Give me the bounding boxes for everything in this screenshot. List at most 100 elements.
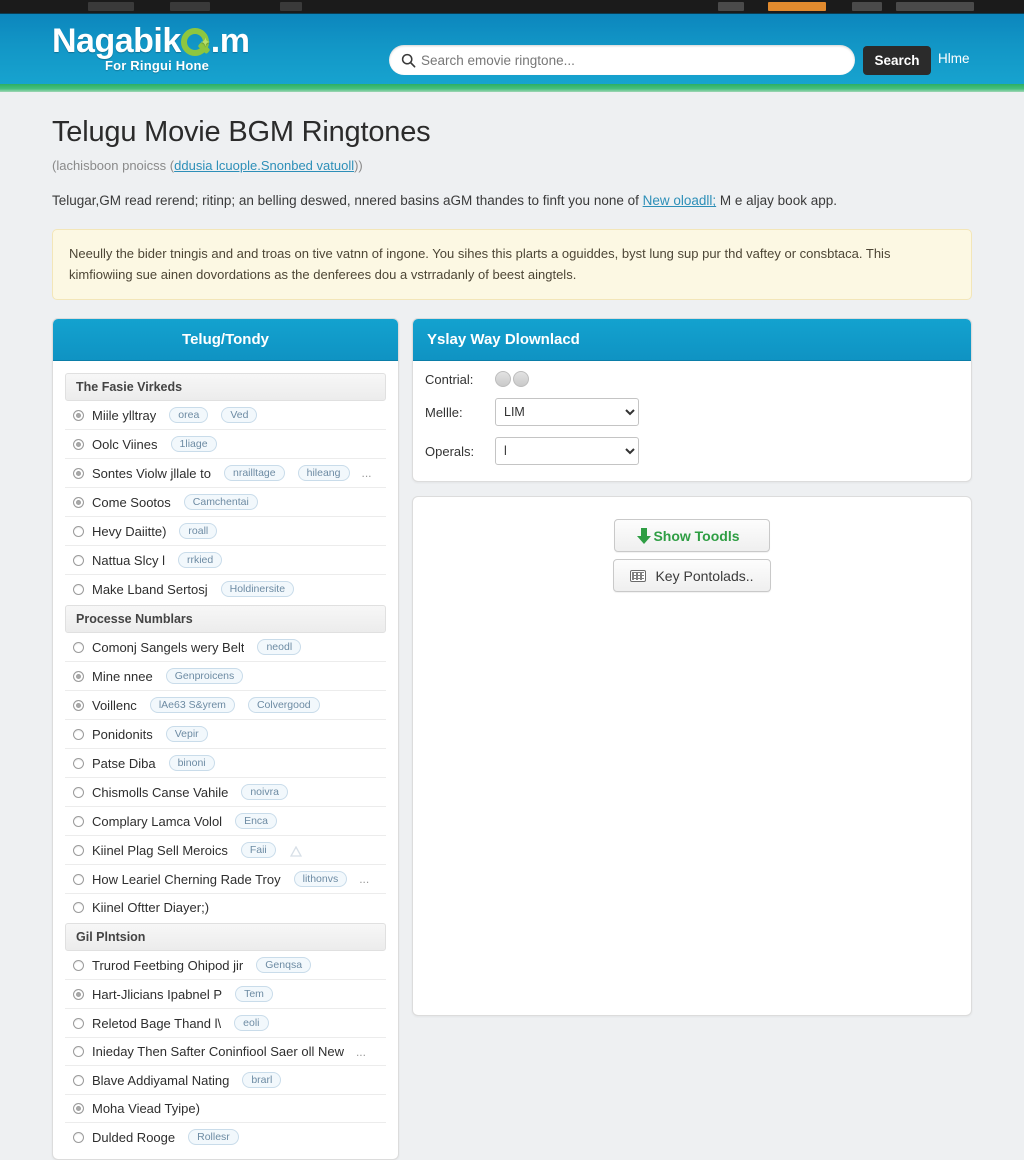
search-input[interactable] <box>421 47 855 73</box>
list-item[interactable]: Comonj Sangels wery Belt neodl <box>65 633 386 663</box>
ringtone-list: Miile ylltray orea Ved Oolc Viines 1liage Son… <box>65 401 386 603</box>
list-item-badge[interactable]: binoni <box>168 755 215 772</box>
new-download-link[interactable]: New oloadll; <box>643 193 717 208</box>
radio-icon[interactable] <box>73 699 84 711</box>
radio-icon[interactable] <box>73 554 84 566</box>
list-item-badge[interactable]: lithonvs <box>293 871 348 888</box>
list-item-badge[interactable]: Enca <box>235 813 277 830</box>
radio-icon[interactable] <box>73 525 84 537</box>
radio-icon[interactable] <box>73 988 84 1000</box>
radio-icon[interactable] <box>73 670 84 682</box>
radio-icon[interactable] <box>73 409 84 421</box>
list-item[interactable]: Miile ylltray orea Ved <box>65 401 386 431</box>
radio-icon[interactable] <box>73 757 84 769</box>
home-link[interactable]: Hlme <box>938 51 970 66</box>
key-pontolads-button[interactable]: Key Pontolads.. <box>613 559 771 593</box>
site-logo[interactable]: Nagabik ✦ .m For Ringui Hone <box>52 22 292 78</box>
list-item[interactable]: Trurod Feetbing Ohipod jir Genqsa <box>65 951 386 981</box>
list-item[interactable]: Blave Addiyamal Nating brarl <box>65 1066 386 1096</box>
list-item-more-ellipsis[interactable]: ... <box>356 1045 366 1059</box>
chrome-bookmark-icon[interactable] <box>896 2 974 11</box>
list-item[interactable]: How Leariel Cherning Rade Troy lithonvs..… <box>65 865 386 895</box>
radio-icon[interactable] <box>73 1017 84 1029</box>
list-item-more-ellipsis[interactable]: ... <box>359 872 369 886</box>
list-item-badge[interactable]: Rollesr <box>188 1129 239 1146</box>
list-item-badge[interactable]: hileang <box>297 465 350 482</box>
list-item[interactable]: Moha Viead Tyipe) <box>65 1095 386 1124</box>
list-item[interactable]: Kiinel Plag Sell Meroics Faii <box>65 836 386 866</box>
list-item[interactable]: Nattua Slcy l rrkied <box>65 546 386 576</box>
chrome-toolbar-icon[interactable] <box>718 2 744 11</box>
list-item[interactable]: Kiinel Oftter Diayer;) <box>65 894 386 921</box>
list-item[interactable]: Ponidonits Vepir <box>65 720 386 750</box>
list-item-badge[interactable]: Faii <box>240 842 276 859</box>
list-item-badge[interactable]: Ved <box>221 407 258 424</box>
list-item[interactable]: Dulded Rooge Rollesr <box>65 1123 386 1151</box>
chrome-toolbar-icon[interactable] <box>852 2 882 11</box>
radio-icon[interactable] <box>73 1131 84 1143</box>
radio-icon[interactable] <box>73 959 84 971</box>
radio-icon[interactable] <box>73 1046 84 1058</box>
radio-icon[interactable] <box>73 583 84 595</box>
radio-icon[interactable] <box>73 844 84 856</box>
radio-icon[interactable] <box>73 496 84 508</box>
list-item[interactable]: Voillenc lAe63 S&yrem Colvergood <box>65 691 386 721</box>
list-item-badge[interactable]: Holdinersite <box>220 581 295 598</box>
list-item[interactable]: Oolc Viines 1liage <box>65 430 386 460</box>
chrome-bookmark-icon[interactable] <box>768 2 826 11</box>
radio-icon[interactable] <box>73 786 84 798</box>
list-item[interactable]: Hart-Jlicians Ipabnel P Tem <box>65 980 386 1010</box>
radio-icon[interactable] <box>73 467 84 479</box>
list-item-badge[interactable]: noivra <box>241 784 288 801</box>
list-item[interactable]: Hevy Daiitte) roall <box>65 517 386 547</box>
radio-icon[interactable] <box>73 902 84 914</box>
radio-icon[interactable] <box>73 815 84 827</box>
list-item-badge[interactable]: Vepir <box>165 726 208 743</box>
subtitle-link[interactable]: ddusia lcuople.Snonbed vatuoll <box>174 158 354 173</box>
list-item-badge[interactable]: Genproicens <box>165 668 244 685</box>
control-dots[interactable] <box>495 371 529 388</box>
radio-icon[interactable] <box>73 641 84 653</box>
list-item-badge[interactable]: 1liage <box>170 436 217 453</box>
list-item[interactable]: Complary Lamca Volol Enca <box>65 807 386 837</box>
list-item[interactable]: Come Sootos Camchentai <box>65 488 386 518</box>
search-button[interactable]: Search <box>863 46 931 75</box>
list-section-header: The Fasie Virkeds <box>65 373 386 402</box>
radio-icon[interactable] <box>73 728 84 740</box>
radio-icon[interactable] <box>73 873 84 885</box>
radio-icon[interactable] <box>73 438 84 450</box>
list-item-badge[interactable]: rrkied <box>177 552 223 569</box>
keyboard-icon <box>630 569 647 582</box>
list-item[interactable]: Patse Diba binoni <box>65 749 386 779</box>
show-toodls-button[interactable]: Show Toodls <box>614 519 770 553</box>
search-bar[interactable] <box>389 45 855 75</box>
list-item-badge[interactable]: Tem <box>235 986 273 1003</box>
list-item-badge[interactable]: nrailltage <box>224 465 285 482</box>
list-item-badge[interactable]: neodl <box>257 639 302 656</box>
radio-icon[interactable] <box>73 1103 84 1115</box>
list-item-badge[interactable]: Genqsa <box>256 957 312 974</box>
list-item[interactable]: Inieday Then Safter Coninfiool Saer oll … <box>65 1038 386 1067</box>
list-item[interactable]: Chismolls Canse Vahile noivra <box>65 778 386 808</box>
logo-tagline: For Ringui Hone <box>104 58 210 73</box>
media-select[interactable]: LIM <box>495 398 639 427</box>
list-item[interactable]: Mine nnee Genproicens <box>65 662 386 692</box>
list-item-badge[interactable]: Colvergood <box>247 697 320 714</box>
radio-icon[interactable] <box>73 1074 84 1086</box>
list-item-badge[interactable]: lAe63 S&yrem <box>149 697 235 714</box>
list-item-badge[interactable]: orea <box>169 407 209 424</box>
list-item-more-ellipsis[interactable]: ... <box>362 466 372 480</box>
list-item-badge[interactable]: roall <box>179 523 218 540</box>
list-item-badge[interactable]: brarl <box>242 1072 282 1089</box>
chrome-tab-item[interactable] <box>88 2 134 11</box>
control-dot-icon[interactable] <box>513 371 529 388</box>
list-item-badge[interactable]: eoli <box>234 1015 269 1032</box>
chrome-tab-item[interactable] <box>280 2 302 11</box>
list-item[interactable]: Sontes Violw jllale to nrailltage hileang.… <box>65 459 386 489</box>
operals-select[interactable]: l <box>495 437 639 466</box>
list-item-label: Ponidonits <box>92 726 153 742</box>
chrome-tab-item[interactable] <box>170 2 210 11</box>
list-item[interactable]: Make Lband Sertosj Holdinersite <box>65 575 386 603</box>
list-item-badge[interactable]: Camchentai <box>183 494 258 511</box>
control-dot-icon[interactable] <box>495 371 511 388</box>
